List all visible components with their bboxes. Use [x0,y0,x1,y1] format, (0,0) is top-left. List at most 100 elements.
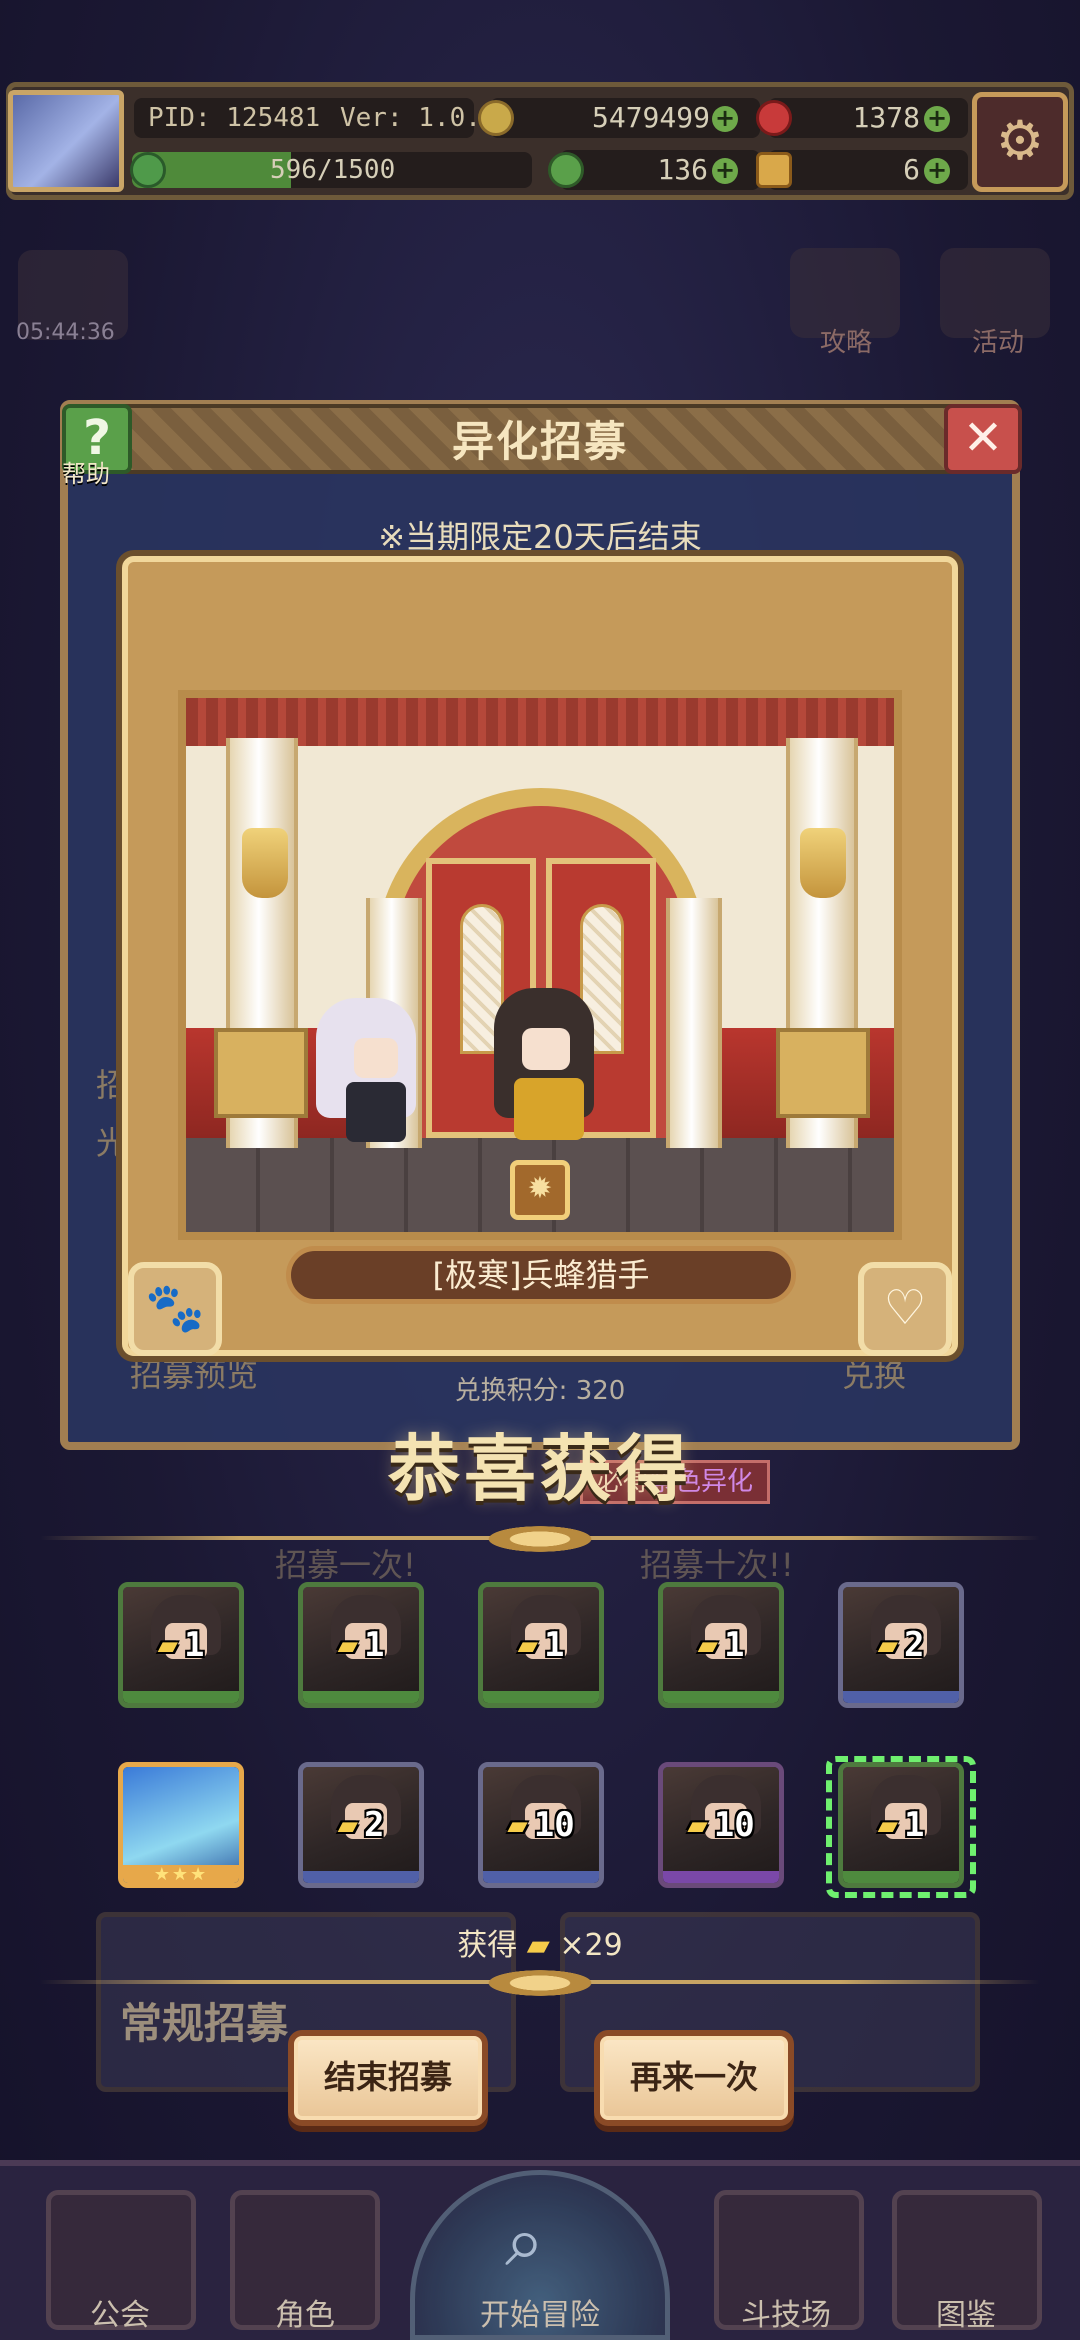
heart-badge-icon: ♡ [858,1262,952,1356]
fragment-icon: ▰ [697,1625,718,1665]
gold-amount: 5479499 [591,101,710,134]
add-clover-button[interactable]: + [712,158,738,184]
character-body [346,1082,406,1142]
gem-amount: 1378 [852,101,920,134]
help-label: 帮助 [62,460,110,488]
rarity-strip [663,1871,779,1883]
rarity-strip [123,1691,239,1703]
reward-slot[interactable]: ▰ 1 [658,1582,784,1708]
reward-quantity: ▰ 1 [123,1625,239,1665]
events-label: 活动 [972,328,1025,358]
fragment-icon: ▰ [877,1625,898,1665]
strategy-label: 攻略 [820,328,873,358]
add-key-button[interactable]: + [924,158,950,184]
congrats-title: 恭喜获得 [387,1426,692,1511]
add-gold-button[interactable]: + [712,106,738,132]
add-gem-button[interactable]: + [924,106,950,132]
magnifier-icon: ⌕ [505,2200,545,2282]
gear-icon: ⚙ [995,109,1045,172]
fragment-icon: ▰ [507,1805,528,1845]
left-sconce-icon [242,828,288,898]
quantity-value: 1 [364,1625,385,1665]
divider-knot-bottom-icon [480,1968,600,1998]
key-amount: 6 [903,153,920,186]
character-name-plate: [极寒]兵蜂猎手 [286,1246,796,1304]
limited-time-notice: ※当期限定20天后结束 [378,518,702,556]
reward-quantity: ▰ 1 [303,1625,419,1665]
key-icon [756,152,792,188]
reward-quantity: ▰ 1 [663,1625,779,1665]
summary-count: ×29 [559,1928,623,1963]
character-face [354,1038,398,1078]
clover-icon [130,152,166,188]
right-pillar-base [776,1028,870,1118]
panel-title: 异化招募 [451,417,628,466]
inner-right-column [666,898,722,1148]
reward-slot[interactable]: ★★★ [118,1762,244,1888]
reward-quantity: ▰ 2 [843,1625,959,1665]
selected-slot-highlight [826,1756,976,1898]
nav-guild-label: 公会 [90,2298,150,2333]
nav-arena-label: 斗技场 [741,2298,831,2333]
close-button[interactable]: ✕ [944,404,1022,474]
rarity-strip [303,1691,419,1703]
summary-prefix: 获得 [457,1928,518,1963]
paw-badge-icon: 🐾 [128,1262,222,1356]
right-sconce-icon [800,828,846,898]
reward-slot[interactable]: ▰ 1 [118,1582,244,1708]
quantity-value: 1 [544,1625,565,1665]
end-recruit-button[interactable]: 结束招募 [288,2030,488,2126]
clover-currency-icon [548,152,584,188]
recruit-once-ghost: 招募一次! [275,1546,416,1584]
player-avatar[interactable] [8,90,124,192]
fragment-icon: ▰ [517,1625,538,1665]
element-emblem-icon: ✹ [510,1160,570,1220]
quantity-value: 2 [364,1805,385,1845]
recruit-again-button[interactable]: 再来一次 [594,2030,794,2126]
quantity-value: 10 [533,1805,575,1845]
divider-knot-icon [480,1524,600,1554]
reward-slot[interactable]: ▰ 10 [478,1762,604,1888]
nav-characters-label: 角色 [275,2298,335,2333]
reward-slot[interactable]: ▰ 2 [298,1762,424,1888]
rarity-strip [303,1871,419,1883]
ruby-icon [756,100,792,136]
reward-summary: 获得 ▰ ×29 [0,1920,1080,1964]
reward-slot[interactable]: ▰ 1 [298,1582,424,1708]
reward-slot[interactable]: ▰ 1 [478,1582,604,1708]
close-icon: ✕ [962,410,1004,466]
rarity-strip [483,1691,599,1703]
nav-codex-label: 图鉴 [936,2298,996,2333]
normal-recruit-label: 常规招募 [120,1999,289,2048]
reward-slot[interactable]: ▰ 10 [658,1762,784,1888]
rarity-strip [843,1691,959,1703]
reward-quantity: ▰ 10 [663,1805,779,1845]
reward-slot[interactable]: ▰ 2 [838,1582,964,1708]
fragment-icon: ▰ [687,1805,708,1845]
bee-hunter-character [486,988,606,1148]
exchange-points: 兑换积分: 320 [454,1376,626,1406]
fragment-icon: ▰ [526,1928,550,1963]
clover-amount: 136 [657,153,708,186]
white-hair-character [316,998,426,1148]
coin-icon [478,100,514,136]
character-face [522,1028,570,1070]
xp-text: 596/1500 [270,155,396,185]
reward-quantity: ▰ 2 [303,1805,419,1845]
fragment-icon: ▰ [157,1625,178,1665]
quantity-value: 1 [724,1625,745,1665]
reward-quantity: ▰ 1 [483,1625,599,1665]
fragment-icon: ▰ [337,1625,358,1665]
rarity-strip [663,1691,779,1703]
quantity-value: 10 [713,1805,755,1845]
left-pillar-base [214,1028,308,1118]
reward-quantity: ▰ 10 [483,1805,599,1845]
settings-button[interactable]: ⚙ [972,92,1068,192]
rarity-strip [483,1871,599,1883]
quantity-value: 2 [904,1625,925,1665]
recruit-ten-ghost: 招募十次!! [640,1546,794,1584]
character-body [514,1078,584,1140]
rarity-stars: ★★★ [153,1864,209,1885]
quantity-value: 1 [184,1625,205,1665]
fragment-icon: ▰ [337,1805,358,1845]
